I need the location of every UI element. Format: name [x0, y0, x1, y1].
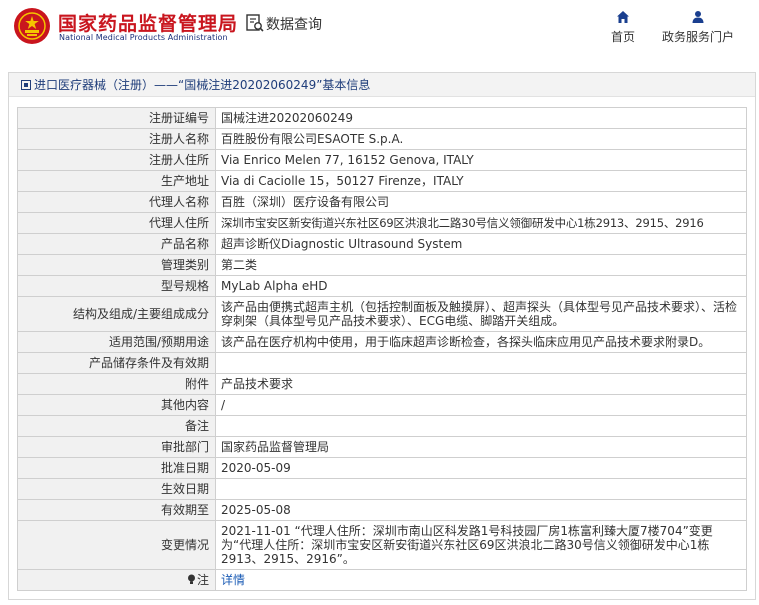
note-value-cell: 详情	[215, 569, 747, 591]
site-name-en: National Medical Products Administration	[59, 33, 228, 42]
row-label: 代理人名称	[17, 191, 216, 213]
emblem-logo	[14, 8, 50, 44]
row-value: 深圳市宝安区新安街道兴东社区69区洪浪北二路30号信义领御研发中心1栋2913、…	[215, 212, 747, 234]
row-label: 注册证编号	[17, 107, 216, 129]
table-row: 产品储存条件及有效期	[17, 352, 747, 374]
table-row: 生效日期	[17, 478, 747, 500]
row-value: 该产品在医疗机构中使用，用于临床超声诊断检查，各探头临床应用见产品技术要求附录D…	[215, 331, 747, 353]
row-value: 2020-05-09	[215, 457, 747, 479]
nav-service-portal[interactable]: 政务服务门户	[660, 10, 736, 45]
row-label: 变更情况	[17, 520, 216, 570]
detail-table: 注册证编号 国械注进20202060249 注册人名称 百胜股份有限公司ESAO…	[17, 107, 747, 591]
row-value: Via di Caciolle 15，50127 Firenze，ITALY	[215, 170, 747, 192]
row-value: 第二类	[215, 254, 747, 276]
table-row: 产品名称 超声诊断仪Diagnostic Ultrasound System	[17, 233, 747, 255]
breadcrumb-text: 进口医疗器械（注册）——“国械注进20202060249”基本信息	[34, 78, 371, 92]
table-row: 其他内容 /	[17, 394, 747, 416]
table-row: 代理人住所 深圳市宝安区新安街道兴东社区69区洪浪北二路30号信义领御研发中心1…	[17, 212, 747, 234]
table-row: 代理人名称 百胜（深圳）医疗设备有限公司	[17, 191, 747, 213]
user-icon	[692, 11, 704, 23]
site-header: 国家药品监督管理局 National Medical Products Admi…	[0, 0, 759, 62]
site-name-cn[interactable]: 国家药品监督管理局	[58, 9, 238, 36]
row-value	[215, 415, 747, 437]
table-row: 注册人住所 Via Enrico Melen 77, 16152 Genova,…	[17, 149, 747, 171]
row-label: 附件	[17, 373, 216, 395]
nav-home-label: 首页	[610, 30, 635, 44]
lightbulb-icon	[187, 574, 195, 584]
table-row: 备注	[17, 415, 747, 437]
row-label: 注册人住所	[17, 149, 216, 171]
row-value: 产品技术要求	[215, 373, 747, 395]
row-label: 代理人住所	[17, 212, 216, 234]
row-label: 生产地址	[17, 170, 216, 192]
row-label: 批准日期	[17, 457, 216, 479]
table-row: 批准日期 2020-05-09	[17, 457, 747, 479]
row-label: 产品储存条件及有效期	[17, 352, 216, 374]
row-label: 其他内容	[17, 394, 216, 416]
table-row: 审批部门 国家药品监督管理局	[17, 436, 747, 458]
table-row: 生产地址 Via di Caciolle 15，50127 Firenze，IT…	[17, 170, 747, 192]
table-row: 变更情况 2021-11-01 “代理人住所：深圳市南山区科发路1号科技园厂房1…	[17, 520, 747, 570]
row-value	[215, 478, 747, 500]
note-label: 注	[196, 573, 209, 587]
row-label: 适用范围/预期用途	[17, 331, 216, 353]
nav-home[interactable]: 首页	[609, 10, 637, 45]
table-row: 结构及组成/主要组成成分 该产品由便携式超声主机（包括控制面板及触摸屏）、超声探…	[17, 296, 747, 332]
row-label: 型号规格	[17, 275, 216, 297]
nav-service-label: 政务服务门户	[661, 30, 734, 44]
data-query-link[interactable]: 数据查询	[266, 14, 322, 34]
row-value: 超声诊断仪Diagnostic Ultrasound System	[215, 233, 747, 255]
row-value: 2021-11-01 “代理人住所：深圳市南山区科发路1号科技园厂房1栋富利臻大…	[215, 520, 747, 570]
table-row: 型号规格 MyLab Alpha eHD	[17, 275, 747, 297]
row-value: 2025-05-08	[215, 499, 747, 521]
row-label: 有效期至	[17, 499, 216, 521]
row-value: MyLab Alpha eHD	[215, 275, 747, 297]
row-label: 生效日期	[17, 478, 216, 500]
breadcrumb-icon	[21, 80, 31, 90]
row-value	[215, 352, 747, 374]
row-label: 注册人名称	[17, 128, 216, 150]
row-value: 国家药品监督管理局	[215, 436, 747, 458]
row-label: 备注	[17, 415, 216, 437]
row-value: 国械注进20202060249	[215, 107, 747, 129]
data-query-icon[interactable]	[245, 13, 265, 33]
table-row: 有效期至 2025-05-08	[17, 499, 747, 521]
table-row: 注册证编号 国械注进20202060249	[17, 107, 747, 129]
detail-panel: 进口医疗器械（注册）——“国械注进20202060249”基本信息 注册证编号 …	[8, 72, 756, 600]
row-value: 百胜股份有限公司ESAOTE S.p.A.	[215, 128, 747, 150]
table-row: 适用范围/预期用途 该产品在医疗机构中使用，用于临床超声诊断检查，各探头临床应用…	[17, 331, 747, 353]
row-label: 审批部门	[17, 436, 216, 458]
row-value: 百胜（深圳）医疗设备有限公司	[215, 191, 747, 213]
row-value: Via Enrico Melen 77, 16152 Genova, ITALY	[215, 149, 747, 171]
row-label: 结构及组成/主要组成成分	[17, 296, 216, 332]
row-label: 产品名称	[17, 233, 216, 255]
row-value: 该产品由便携式超声主机（包括控制面板及触摸屏）、超声探头（具体型号见产品技术要求…	[215, 296, 747, 332]
table-row-note: 注 详情	[17, 569, 747, 591]
breadcrumb: 进口医疗器械（注册）——“国械注进20202060249”基本信息	[9, 73, 755, 97]
row-label: 管理类别	[17, 254, 216, 276]
table-row: 管理类别 第二类	[17, 254, 747, 276]
table-row: 附件 产品技术要求	[17, 373, 747, 395]
details-link[interactable]: 详情	[221, 573, 245, 587]
home-icon	[617, 11, 629, 23]
note-label-cell: 注	[17, 569, 216, 591]
row-value: /	[215, 394, 747, 416]
table-row: 注册人名称 百胜股份有限公司ESAOTE S.p.A.	[17, 128, 747, 150]
